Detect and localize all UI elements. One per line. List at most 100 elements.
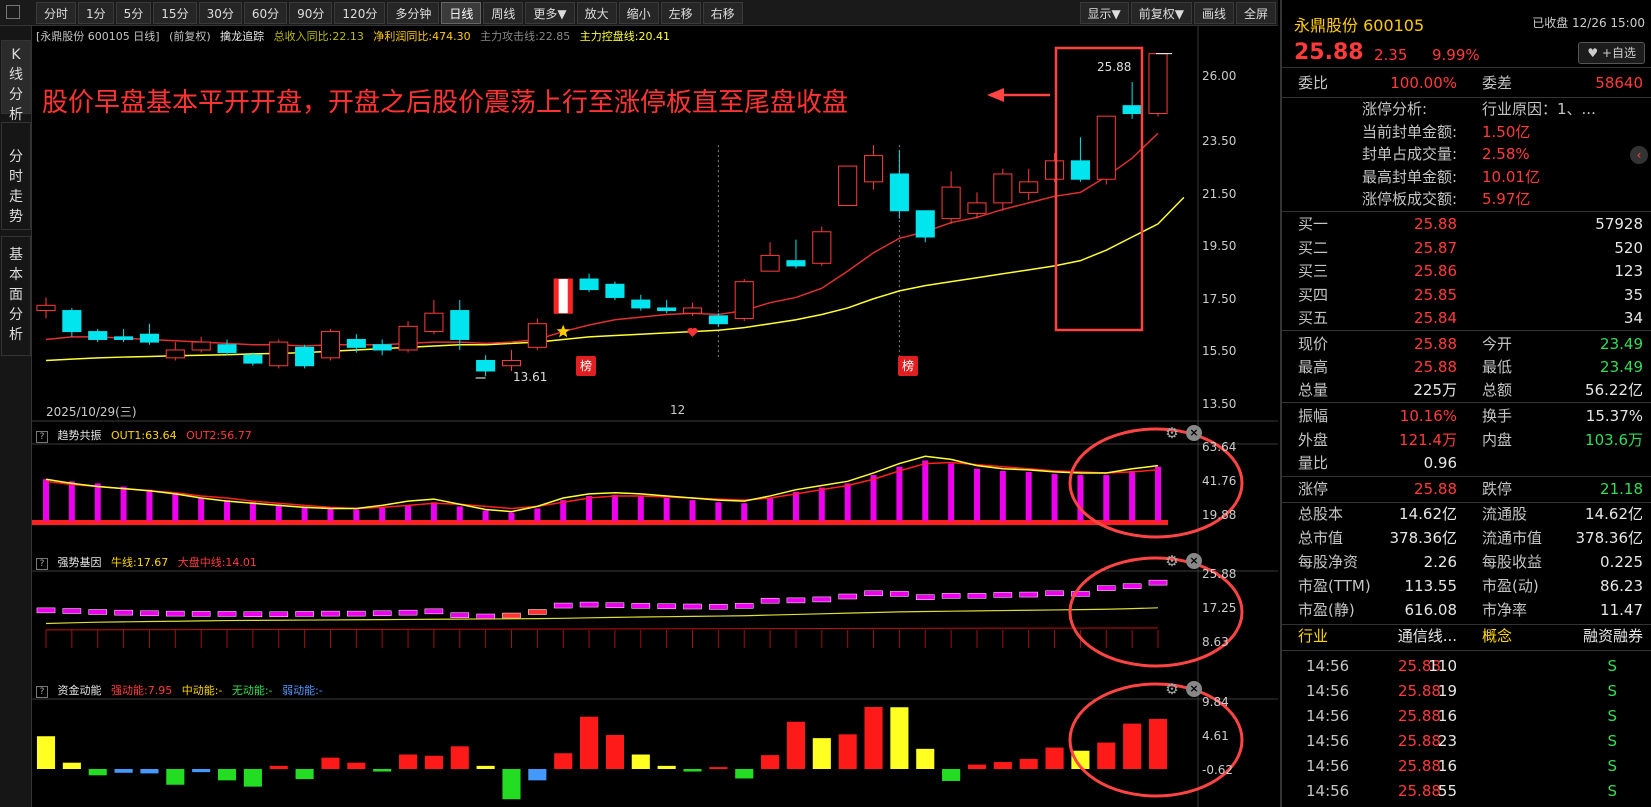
candle-body [217, 344, 237, 354]
toolbar-btn-10[interactable]: 周线 [483, 1, 524, 24]
current-price: 25.88 [1294, 40, 1364, 65]
p3-bar [62, 762, 81, 769]
panel3-gear-icon[interactable]: ⚙ [1164, 681, 1180, 697]
p3-bar [217, 769, 237, 781]
candle-body [708, 315, 728, 325]
zt-row: 最高封单金额: 10.01亿 [1362, 167, 1540, 186]
p1-bar [456, 506, 463, 521]
low-price-label: 13.61 [513, 370, 548, 384]
toolbar-btn-9[interactable]: 日线 [441, 1, 482, 24]
market-status: 已收盘 12/26 15:00 [1532, 16, 1645, 30]
p1-bar [43, 479, 49, 521]
p3-bar [786, 721, 806, 769]
p3-bar [1097, 742, 1116, 769]
tab-k-line[interactable]: K线分析 [1, 40, 31, 123]
candle-body [36, 304, 56, 312]
p2-box [217, 611, 237, 617]
toolbar-btn-5[interactable]: 60分 [243, 1, 288, 24]
toolbar-btn-14[interactable]: 左移 [660, 1, 701, 24]
p1-bar [327, 508, 334, 521]
add-favorite-button[interactable]: ♥ +自选 [1578, 42, 1645, 64]
date-label: 2025/10/29(三) [46, 405, 137, 419]
p1-bar [249, 502, 256, 521]
toolbar-btn-12[interactable]: 放大 [576, 1, 617, 24]
p3-bar [993, 762, 1012, 769]
toolbar-btn-8[interactable]: 多分钟 [387, 1, 440, 24]
candle-body [760, 254, 780, 272]
candle-body [320, 331, 341, 359]
toolbar-btn-6[interactable]: 90分 [289, 1, 333, 24]
toolbar-right-btn-2[interactable]: 画线 [1193, 1, 1234, 24]
ma-attack-line [45, 132, 1159, 347]
candle-body [450, 310, 470, 340]
p2-box [709, 604, 728, 610]
panel3-close-icon[interactable]: × [1186, 681, 1202, 697]
help-icon[interactable]: ? [36, 431, 48, 443]
panel1-title: ? 趋势共振 OUT1:63.64 OUT2:56.77 [36, 427, 258, 443]
candle-body [1070, 160, 1090, 180]
toolbar-right-btn-3[interactable]: 全屏 [1235, 1, 1276, 24]
p2-box [967, 593, 987, 599]
bid-row: 买四 25.85 35 [1298, 285, 1643, 304]
candle-body [786, 260, 806, 267]
toolbar-btn-2[interactable]: 5分 [115, 1, 152, 24]
panel1-gear-icon[interactable]: ⚙ [1164, 425, 1180, 441]
p3-bar [942, 769, 961, 781]
tab-fundamentals[interactable]: 基本面分析 [1, 236, 31, 356]
p1-bar [430, 502, 437, 521]
p1-bar [689, 500, 696, 521]
toolbar-btn-4[interactable]: 30分 [198, 1, 242, 24]
toolbar-right-btn-1[interactable]: 前复权▼ [1130, 1, 1192, 24]
p3-bar [554, 753, 573, 769]
candle-body [993, 173, 1013, 204]
p2-base-line [45, 627, 1159, 631]
candle-body [346, 338, 366, 348]
panel2-gear-icon[interactable]: ⚙ [1164, 553, 1180, 569]
p3-bar [1148, 718, 1168, 769]
tab-intraday[interactable]: 分时走势 [1, 122, 31, 230]
p1-bar [896, 466, 903, 521]
p2-box [243, 611, 263, 618]
toolbar-btn-3[interactable]: 15分 [153, 1, 197, 24]
p2-box [321, 610, 340, 617]
p2-box [191, 611, 211, 617]
p1-bar [792, 491, 799, 521]
p2-box [553, 602, 573, 609]
chart-info-v2: 净利润同比:474.30 [373, 30, 471, 43]
help-icon[interactable]: ? [36, 558, 48, 570]
p1-bar [353, 509, 360, 521]
toolbar-btn-15[interactable]: 右移 [702, 1, 743, 24]
p3-bar [321, 757, 340, 769]
chart-info-v1: 总收入同比:22.13 [273, 30, 364, 43]
stats-row: 现价 25.88 今开 23.49 [1298, 335, 1643, 353]
panel1-close-icon[interactable]: × [1186, 425, 1202, 441]
collapse-arrow-icon[interactable]: ‹ [1630, 146, 1648, 164]
y-tick-label: 25.88 [1202, 567, 1237, 581]
industry-row: 行业 通信线... 概念 融资融券 [1298, 627, 1643, 645]
p2-box [1019, 591, 1038, 598]
bang-badge-1[interactable]: 榜 [576, 356, 596, 376]
panel3-name: 资金动能 [57, 684, 102, 697]
bang-badge-2[interactable]: 榜 [898, 356, 918, 376]
help-icon[interactable]: ? [36, 686, 48, 698]
menu-icon[interactable] [6, 5, 20, 19]
p3-bar [269, 765, 288, 769]
p3-bar [166, 769, 185, 785]
toolbar-btn-7[interactable]: 120分 [334, 1, 386, 24]
toolbar-btn-11[interactable]: 更多▼ [525, 1, 575, 24]
toolbar-btn-1[interactable]: 1分 [78, 1, 114, 24]
panel2-close-icon[interactable]: × [1186, 553, 1202, 569]
toolbar-btn-0[interactable]: 分时 [36, 1, 77, 24]
candle-body [915, 210, 935, 238]
p1-bar [844, 483, 851, 521]
toolbar-btn-13[interactable]: 缩小 [618, 1, 659, 24]
p1-bar [1129, 470, 1136, 521]
fund-row: 总股本 14.62亿 流通股 14.62亿 [1298, 505, 1643, 523]
p2-box [786, 597, 806, 604]
p2-box [605, 602, 625, 608]
toolbar-right-btn-0[interactable]: 显示▼ [1079, 1, 1129, 24]
y-tick-label: 15.50 [1202, 344, 1237, 359]
p3-bar [890, 707, 909, 769]
p1-bar [663, 498, 670, 521]
p1-bar [870, 475, 877, 521]
